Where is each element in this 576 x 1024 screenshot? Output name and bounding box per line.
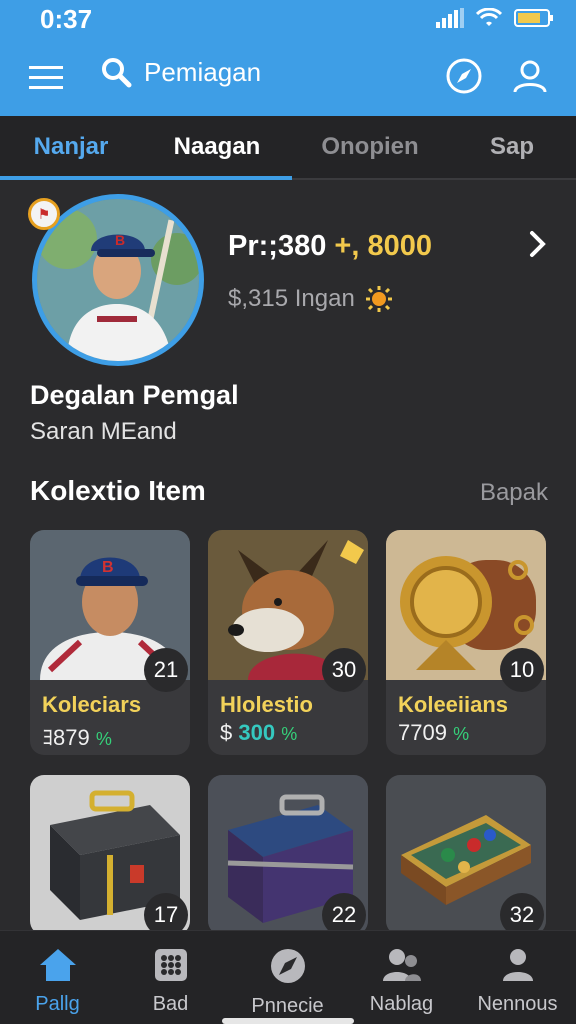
status-icons xyxy=(436,8,554,28)
collection-see-all-link[interactable]: Bapak xyxy=(480,479,548,507)
card-count: 21 xyxy=(144,648,188,692)
nav-label: Pnnecie xyxy=(251,995,324,1017)
card-value-pct: % xyxy=(95,729,112,749)
search-bar[interactable]: Pemiagan xyxy=(100,56,261,88)
nav-label: Pallg xyxy=(35,993,80,1015)
collection-card-gem-box[interactable]: 32 xyxy=(386,775,546,935)
tab-active-indicator xyxy=(0,176,292,180)
nav-label: Nennous xyxy=(477,993,558,1015)
profile-name: Degalan Pemgal xyxy=(30,380,239,410)
profile-section: B ⚑ Pr:;380 +, 8000 $,315 Ingan Degalan … xyxy=(0,190,576,460)
card-value-number: 7709 xyxy=(398,720,447,745)
collection-card-player[interactable]: B 21 Koleciars ﾖ879 % xyxy=(30,530,190,755)
nav-item-pnnecie[interactable]: Pnnecie xyxy=(230,931,345,1024)
battery-icon xyxy=(514,9,553,27)
people-icon xyxy=(382,949,421,981)
rank-badge-icon: ⚑ xyxy=(28,198,60,230)
wifi-icon xyxy=(476,8,502,26)
card-value-number: 300 xyxy=(238,720,276,745)
tab-nanjar[interactable]: Nanjar xyxy=(0,116,142,178)
home-icon xyxy=(39,949,76,981)
card-value: ﾖ879 % xyxy=(42,720,112,752)
nav-item-bad[interactable]: Bad xyxy=(113,931,228,1024)
svg-text:B: B xyxy=(115,232,125,248)
app-header: 0:37 Pemiagan xyxy=(0,0,576,116)
card-title: Koleeiians xyxy=(398,692,509,717)
sun-icon xyxy=(365,286,392,312)
avatar-baseball-player-image: B xyxy=(37,199,199,361)
stats-balance: $,315 Ingan xyxy=(228,285,355,312)
card-count: 32 xyxy=(500,893,544,935)
search-icon xyxy=(102,58,132,88)
tab-sap[interactable]: Sap xyxy=(448,116,576,178)
menu-button[interactable] xyxy=(26,60,66,96)
profile-detail-button[interactable] xyxy=(528,230,548,263)
nav-label: Bad xyxy=(152,993,189,1015)
grid-icon xyxy=(154,949,187,981)
card-value-pct: % xyxy=(453,724,470,744)
card-title: Hlolestio xyxy=(220,692,313,717)
card-value: 7709 % xyxy=(398,720,469,746)
search-text: Pemiagan xyxy=(144,56,262,87)
card-count: 10 xyxy=(500,648,544,692)
card-count: 22 xyxy=(322,893,366,935)
top-bar: Pemiagan xyxy=(0,44,576,112)
collection-card-medallion[interactable]: 10 Koleeiians 7709 % xyxy=(386,530,546,755)
chevron-right-icon xyxy=(530,231,546,257)
profile-button[interactable] xyxy=(510,56,550,96)
rank-badge-glyph: ⚑ xyxy=(37,205,51,222)
stats-points: Pr:;380 xyxy=(228,230,327,262)
nav-item-nennous[interactable]: Nennous xyxy=(460,931,575,1024)
compass-icon xyxy=(446,58,482,94)
profile-subtitle: Saran MEand xyxy=(30,418,177,445)
card-count: 30 xyxy=(322,648,366,692)
status-time: 0:37 xyxy=(40,4,93,34)
tab-onopien[interactable]: Onopien xyxy=(292,116,448,178)
card-value: $ 300 % xyxy=(220,720,297,746)
card-value-number: ﾖ879 xyxy=(42,725,90,750)
svg-text:B: B xyxy=(102,559,114,576)
collection-title: Kolextio Item xyxy=(30,475,206,506)
nav-item-pallg[interactable]: Pallg xyxy=(0,931,115,1024)
stats-primary: Pr:;380 +, 8000 xyxy=(228,230,432,263)
hamburger-icon xyxy=(29,66,63,89)
nav-label: Nablag xyxy=(369,993,434,1015)
collection-card-blue-chest[interactable]: 22 xyxy=(208,775,368,935)
person-icon xyxy=(502,949,533,981)
card-title: Koleciars xyxy=(42,692,142,717)
signal-icon xyxy=(436,8,464,28)
tab-naagan[interactable]: Naagan xyxy=(142,116,292,178)
compass-button[interactable] xyxy=(444,56,484,96)
bottom-nav: Pallg Bad Pnnecie Nablag Nennous xyxy=(0,930,576,1024)
collection-card-dog[interactable]: 30 Hlolestio $ 300 % xyxy=(208,530,368,755)
card-value-prefix: $ xyxy=(220,720,239,745)
home-indicator xyxy=(222,1018,354,1024)
compass-icon xyxy=(270,949,305,983)
user-icon xyxy=(513,60,547,93)
stats-secondary: $,315 Ingan xyxy=(228,285,432,313)
card-value-pct: % xyxy=(281,724,298,744)
card-count: 17 xyxy=(144,893,188,935)
collection-card-black-chest[interactable]: 17 xyxy=(30,775,190,935)
profile-stats: Pr:;380 +, 8000 $,315 Ingan xyxy=(228,230,432,313)
status-bar: 0:37 xyxy=(0,0,576,40)
tab-bar: Nanjar Naagan Onopien Sap xyxy=(0,116,576,180)
nav-item-nablag[interactable]: Nablag xyxy=(344,931,459,1024)
stats-bonus: +, 8000 xyxy=(334,230,432,262)
